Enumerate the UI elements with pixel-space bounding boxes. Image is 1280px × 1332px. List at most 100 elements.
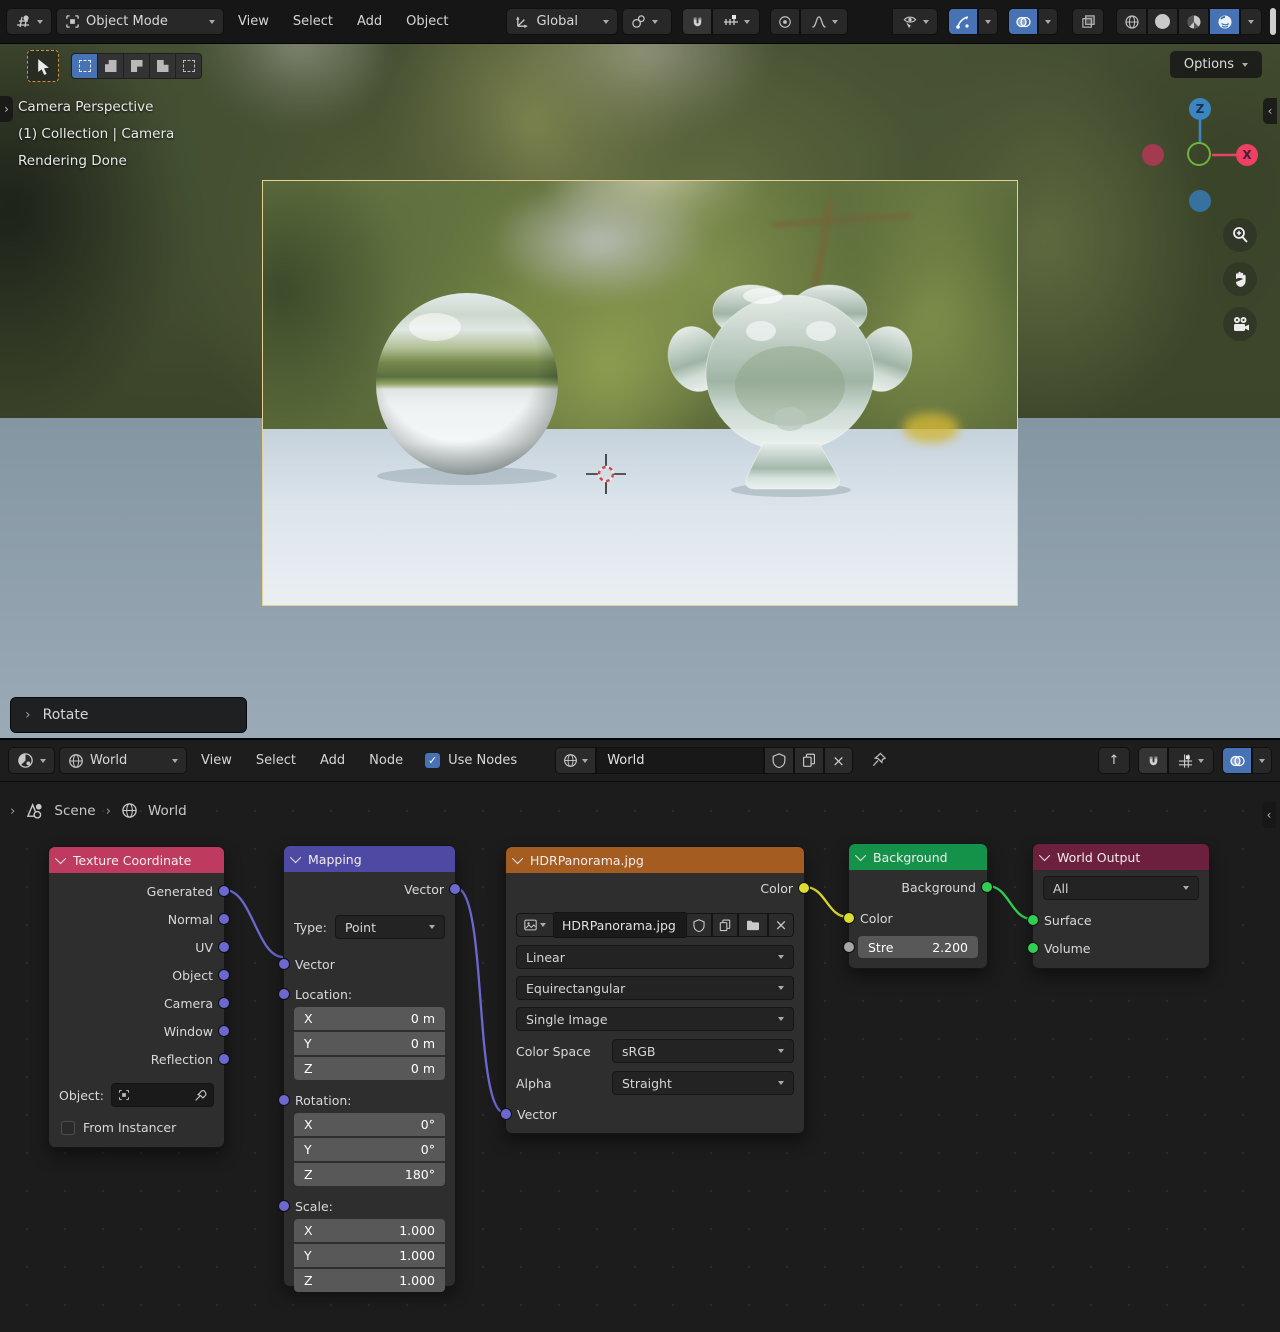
browse-world-dropdown[interactable] [555,747,596,774]
projection-dropdown[interactable]: Equirectangular [516,976,794,1000]
shading-dropdown[interactable] [1240,8,1262,35]
socket-camera[interactable] [218,997,230,1009]
shading-wireframe-button[interactable] [1116,8,1147,35]
socket-background-out[interactable] [981,881,993,893]
menu-object[interactable]: Object [396,9,458,35]
overlays-dropdown[interactable] [1038,8,1058,35]
options-dropdown[interactable]: Options [1170,51,1262,78]
menu-node[interactable]: Node [359,748,413,774]
breadcrumb-scene[interactable]: Scene [54,803,95,819]
node-editor-canvas[interactable]: › Scene › World ‹ Texture Coordinate Gen… [0,782,1280,1332]
node-header[interactable]: Background [849,844,987,870]
color-space-dropdown[interactable]: sRGB [612,1039,794,1063]
toolbar-toggle[interactable]: › [0,96,13,122]
snap-with-dropdown[interactable] [1168,747,1214,774]
node-header[interactable]: World Output [1033,844,1209,870]
source-dropdown[interactable]: Single Image [516,1007,794,1031]
scale-z-field[interactable]: Z1.000 [294,1269,445,1292]
menu-view[interactable]: View [228,9,279,35]
socket-volume[interactable] [1027,942,1039,954]
go-to-parent-button[interactable]: ↑ [1098,747,1130,774]
scale-y-field[interactable]: Y1.000 [294,1244,445,1267]
socket-vector-in[interactable] [278,958,290,970]
socket-location[interactable] [278,988,290,1000]
alpha-dropdown[interactable]: Straight [612,1071,794,1095]
node-background[interactable]: Background Background Color Stre 2.200 [848,843,988,969]
browse-image-dropdown[interactable] [516,913,554,937]
output-target-dropdown[interactable]: All [1043,876,1199,900]
menu-add[interactable]: Add [347,9,392,35]
show-gizmo-toggle[interactable] [948,8,978,35]
image-name-field[interactable]: HDRPanorama.jpg [554,912,686,938]
scale-x-field[interactable]: X1.000 [294,1219,445,1242]
region-divider[interactable] [1270,8,1276,35]
fake-user-button[interactable] [764,747,794,774]
from-instancer-checkbox[interactable]: From Instancer [61,1120,212,1135]
menu-select[interactable]: Select [246,748,306,774]
new-copy-button[interactable] [712,913,738,937]
proportional-falloff-dropdown[interactable] [800,8,848,35]
show-overlays-toggle[interactable] [1008,8,1038,35]
pan-button[interactable] [1223,262,1257,296]
location-x-field[interactable]: X0 m [294,1007,445,1030]
editor-type-3dviewport-button[interactable] [6,8,52,35]
node-environment-texture[interactable]: HDRPanorama.jpg Color HDRPanorama.jpg [505,846,805,1134]
open-image-button[interactable] [738,913,768,937]
gizmo-y-axis[interactable] [1187,142,1211,166]
gizmo-z-neg-axis[interactable] [1189,190,1211,212]
location-y-field[interactable]: Y0 m [294,1032,445,1055]
socket-vector-out[interactable] [449,883,461,895]
socket-reflection[interactable] [218,1053,230,1065]
camera-frame[interactable] [262,180,1018,606]
select-mode-intersect-button[interactable] [176,54,201,78]
rotation-y-field[interactable]: Y0° [294,1138,445,1161]
transform-orientation-dropdown[interactable]: Global [506,8,618,35]
socket-rotation[interactable] [278,1094,290,1106]
node-header[interactable]: Texture Coordinate [49,847,224,873]
camera-view-button[interactable] [1223,307,1257,341]
operator-panel-rotate[interactable]: › Rotate [10,697,247,733]
unlink-button[interactable]: × [768,913,794,937]
xray-toggle[interactable] [1072,8,1104,35]
socket-surface[interactable] [1027,914,1039,926]
snap-with-dropdown[interactable] [712,8,760,35]
shading-rendered-button[interactable] [1209,8,1240,35]
shading-solid-button[interactable] [1147,8,1178,35]
gizmo-x-axis[interactable]: X [1236,144,1258,166]
gizmo-x-neg-axis[interactable] [1142,144,1164,166]
mode-dropdown[interactable]: Object Mode [56,8,224,35]
socket-generated[interactable] [218,885,230,897]
menu-view[interactable]: View [191,748,242,774]
node-header[interactable]: Mapping [284,846,455,872]
menu-select[interactable]: Select [283,9,343,35]
zoom-button[interactable] [1223,218,1257,252]
gizmo-dropdown[interactable] [978,8,998,35]
node-world-output[interactable]: World Output All Surface Volume [1032,843,1210,969]
object-type-visibility-dropdown[interactable] [892,8,938,35]
overlays-dropdown[interactable] [1252,747,1272,774]
socket-scale[interactable] [278,1200,290,1212]
gizmo-z-axis[interactable]: Z [1189,98,1211,120]
rotation-x-field[interactable]: X0° [294,1113,445,1136]
breadcrumb-world[interactable]: World [148,803,187,819]
select-mode-new-button[interactable] [72,54,97,78]
socket-normal[interactable] [218,913,230,925]
select-mode-extend-button[interactable] [98,54,123,78]
fake-user-button[interactable] [686,913,712,937]
node-header[interactable]: HDRPanorama.jpg [506,847,804,873]
navigation-gizmo[interactable]: Z X [1140,96,1260,226]
tweak-tool-button[interactable] [27,50,59,82]
rotation-z-field[interactable]: Z180° [294,1163,445,1186]
socket-vector-in[interactable] [500,1108,512,1120]
snap-toggle[interactable] [682,8,712,35]
node-mapping[interactable]: Mapping Vector Type: Point Vector Locati… [283,845,456,1287]
select-mode-subtract-button[interactable] [124,54,149,78]
shading-material-button[interactable] [1178,8,1209,35]
socket-color-in[interactable] [843,912,855,924]
select-mode-invert-button[interactable] [150,54,175,78]
socket-strength[interactable] [843,941,855,953]
unlink-button[interactable]: × [824,747,853,774]
proportional-editing-toggle[interactable] [770,8,800,35]
new-copy-button[interactable] [794,747,824,774]
location-z-field[interactable]: Z0 m [294,1057,445,1080]
